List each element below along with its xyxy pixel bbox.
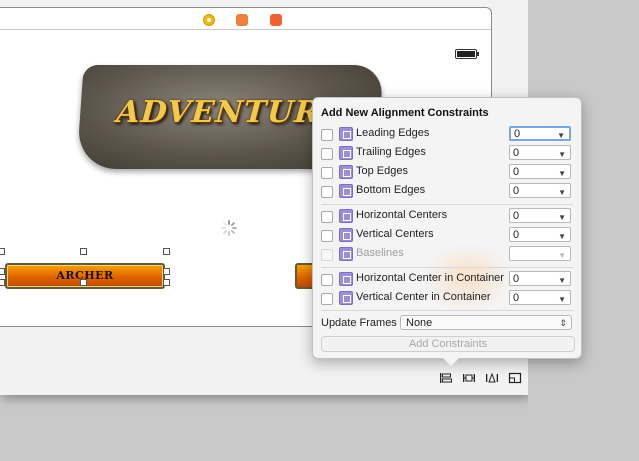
leading-edges-checkbox[interactable]	[321, 129, 333, 141]
leading-edges-icon	[339, 127, 353, 141]
vertical-centers-value-combo[interactable]: 0 ▼	[509, 227, 571, 242]
chevron-down-icon: ▼	[558, 232, 566, 241]
scene-dock-divider	[0, 29, 491, 30]
constraint-label: Horizontal Centers	[356, 209, 448, 221]
trailing-edges-checkbox[interactable]	[321, 148, 333, 160]
top-edges-icon	[339, 165, 353, 179]
vertical-center-container-value-combo[interactable]: 0 ▼	[509, 290, 571, 305]
horizontal-center-container-value-combo[interactable]: 0 ▼	[509, 271, 571, 286]
layout-toolbar	[436, 370, 526, 386]
bottom-edges-checkbox[interactable]	[321, 186, 333, 198]
chevron-down-icon: ▼	[558, 251, 566, 260]
chevron-down-icon: ▼	[558, 213, 566, 222]
separator	[321, 267, 573, 268]
chevron-up-down-icon: ⇕	[559, 318, 567, 328]
bottom-edges-icon	[339, 184, 353, 198]
vertical-center-container-icon	[339, 291, 353, 305]
update-frames-label: Update Frames	[321, 317, 397, 329]
update-frames-value: None	[406, 317, 433, 329]
combo-value: 0	[513, 210, 520, 222]
combo-value: 0	[513, 229, 520, 241]
constraint-row-vertical-center-container: Vertical Center in Container 0 ▼	[313, 290, 581, 308]
constraint-label: Vertical Center in Container	[356, 291, 491, 303]
add-constraints-button[interactable]: Add Constraints	[321, 336, 575, 352]
resize-handle[interactable]	[163, 248, 170, 255]
constraint-label: Top Edges	[356, 165, 408, 177]
horizontal-center-container-checkbox[interactable]	[321, 274, 333, 286]
alignment-constraints-popover: Add New Alignment Constraints Leading Ed…	[312, 97, 582, 366]
first-responder-icon[interactable]	[203, 14, 215, 26]
combo-value: 0	[513, 147, 520, 159]
constraint-row-trailing-edges: Trailing Edges 0 ▼	[313, 145, 581, 163]
horizontal-center-container-icon	[339, 272, 353, 286]
trailing-edges-icon	[339, 146, 353, 160]
chevron-down-icon: ▼	[558, 276, 566, 285]
combo-value: 0	[513, 292, 520, 304]
constraint-row-horizontal-center-container: Horizontal Center in Container 0 ▼	[313, 271, 581, 289]
leading-edges-value-combo[interactable]: 0 ▼	[509, 126, 571, 141]
resolve-icon[interactable]	[485, 372, 499, 384]
chevron-down-icon: ▼	[558, 188, 566, 197]
vertical-centers-checkbox[interactable]	[321, 230, 333, 242]
constraint-label: Vertical Centers	[356, 228, 434, 240]
resize-handle[interactable]	[0, 268, 5, 275]
bottom-edges-value-combo[interactable]: 0 ▼	[509, 183, 571, 198]
view-controller-icon[interactable]	[236, 14, 248, 26]
constraint-row-leading-edges: Leading Edges 0 ▼	[313, 126, 581, 144]
vertical-centers-icon	[339, 228, 353, 242]
constraint-row-bottom-edges: Bottom Edges 0 ▼	[313, 183, 581, 201]
combo-value: 0	[513, 273, 520, 285]
resize-handle[interactable]	[0, 279, 5, 286]
baselines-icon	[339, 247, 353, 261]
horizontal-centers-icon	[339, 209, 353, 223]
resize-handle[interactable]	[163, 279, 170, 286]
chevron-down-icon: ▼	[558, 295, 566, 304]
separator	[321, 204, 573, 205]
vertical-center-container-checkbox[interactable]	[321, 293, 333, 305]
exit-icon[interactable]	[270, 14, 282, 26]
constraint-label: Leading Edges	[356, 127, 430, 139]
update-frames-select[interactable]: None ⇕	[400, 315, 572, 330]
constraint-label: Bottom Edges	[356, 184, 426, 196]
trailing-edges-value-combo[interactable]: 0 ▼	[509, 145, 571, 160]
combo-value: 0	[513, 166, 520, 178]
pin-icon[interactable]	[462, 372, 476, 384]
battery-icon	[455, 49, 479, 59]
constraint-label: Horizontal Center in Container	[356, 272, 504, 284]
combo-value: 0	[514, 128, 521, 140]
chevron-down-icon: ▼	[558, 150, 566, 159]
constraint-label: Trailing Edges	[356, 146, 426, 158]
constraint-row-horizontal-centers: Horizontal Centers 0 ▼	[313, 208, 581, 226]
horizontal-centers-value-combo[interactable]: 0 ▼	[509, 208, 571, 223]
separator	[321, 310, 573, 311]
popover-arrow	[443, 358, 459, 366]
resize-handle[interactable]	[80, 248, 87, 255]
constraint-row-baselines: Baselines ▼	[313, 246, 581, 264]
chevron-down-icon: ▼	[557, 131, 565, 140]
resize-handle[interactable]	[80, 279, 87, 286]
baselines-value-combo[interactable]: ▼	[509, 246, 571, 261]
popover-title: Add New Alignment Constraints	[321, 107, 489, 119]
constraint-row-vertical-centers: Vertical Centers 0 ▼	[313, 227, 581, 245]
top-edges-checkbox[interactable]	[321, 167, 333, 179]
resize-handle[interactable]	[163, 268, 170, 275]
constraint-label: Baselines	[356, 247, 404, 259]
align-icon[interactable]	[439, 372, 453, 384]
resize-handle[interactable]	[0, 248, 5, 255]
spinner-icon	[221, 220, 237, 236]
resizing-icon[interactable]	[508, 372, 522, 384]
baselines-checkbox[interactable]	[321, 249, 333, 261]
chevron-down-icon: ▼	[558, 169, 566, 178]
top-edges-value-combo[interactable]: 0 ▼	[509, 164, 571, 179]
horizontal-centers-checkbox[interactable]	[321, 211, 333, 223]
combo-value: 0	[513, 185, 520, 197]
constraint-row-top-edges: Top Edges 0 ▼	[313, 164, 581, 182]
